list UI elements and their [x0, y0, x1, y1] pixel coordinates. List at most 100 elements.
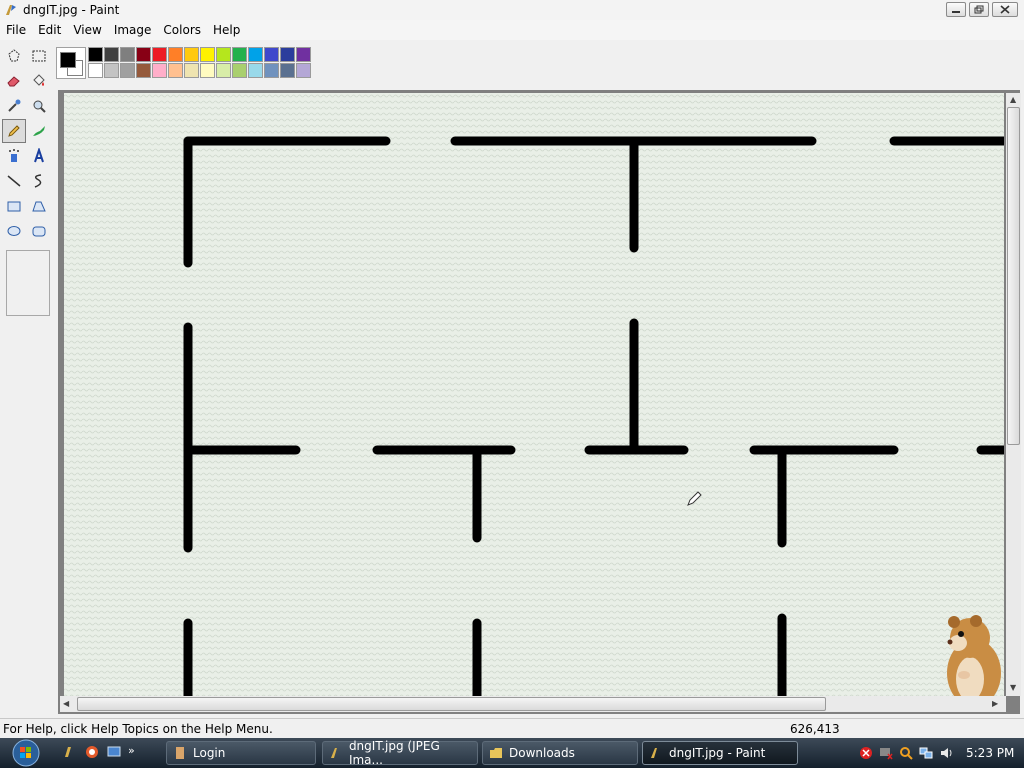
brush-icon — [33, 126, 45, 136]
polygon-tool[interactable] — [27, 194, 51, 218]
current-colors[interactable] — [56, 47, 86, 79]
color-swatch[interactable] — [168, 47, 183, 62]
swatch-grid — [88, 47, 312, 79]
fill-tool[interactable] — [27, 69, 51, 93]
volume-icon[interactable] — [938, 745, 954, 761]
pencil-tool[interactable] — [2, 119, 26, 143]
horizontal-scrollbar[interactable]: ◀ ▶ — [60, 696, 1006, 712]
eraser-tool[interactable] — [2, 69, 26, 93]
color-swatch[interactable] — [152, 63, 167, 78]
clock[interactable]: 5:23 PM — [966, 746, 1014, 760]
select-tool[interactable] — [27, 44, 51, 68]
horizontal-scroll-thumb[interactable] — [77, 697, 826, 711]
login-icon — [176, 747, 184, 759]
color-swatch[interactable] — [264, 47, 279, 62]
color-swatch[interactable] — [120, 47, 135, 62]
color-swatch[interactable] — [168, 63, 183, 78]
menu-view[interactable]: View — [67, 20, 107, 40]
text-icon — [34, 148, 44, 163]
airbrush-tool[interactable] — [2, 144, 26, 168]
rounded-rectangle-tool[interactable] — [27, 219, 51, 243]
color-swatch[interactable] — [184, 47, 199, 62]
more-quicklaunch-icon[interactable]: » — [128, 744, 135, 760]
eraser-icon — [7, 76, 20, 87]
free-form-select-tool[interactable] — [2, 44, 26, 68]
color-swatch[interactable] — [248, 47, 263, 62]
color-swatch[interactable] — [264, 63, 279, 78]
scroll-up-icon[interactable]: ▲ — [1010, 95, 1016, 104]
minimize-button[interactable] — [946, 2, 966, 17]
vertical-scroll-thumb[interactable] — [1007, 107, 1020, 445]
canvas-frame — [58, 90, 1020, 714]
start-button[interactable] — [6, 738, 46, 768]
show-desktop-icon[interactable] — [106, 744, 122, 760]
tool-options-panel[interactable] — [6, 250, 50, 316]
search-icon[interactable] — [898, 745, 914, 761]
foreground-color-swatch[interactable] — [60, 52, 76, 68]
color-swatch[interactable] — [232, 47, 247, 62]
line-tool[interactable] — [2, 169, 26, 193]
color-swatch[interactable] — [280, 63, 295, 78]
minimize-icon — [952, 10, 960, 13]
image-icon — [330, 748, 337, 758]
folder-icon — [490, 748, 502, 758]
scroll-down-icon[interactable]: ▼ — [1010, 683, 1016, 692]
taskbar-item-downloads[interactable]: Downloads — [482, 741, 638, 765]
color-swatch[interactable] — [248, 63, 263, 78]
color-swatch[interactable] — [216, 47, 231, 62]
color-swatch[interactable] — [296, 47, 311, 62]
color-swatch[interactable] — [88, 63, 103, 78]
color-swatch[interactable] — [200, 63, 215, 78]
security-alert-icon[interactable] — [858, 745, 874, 761]
text-tool[interactable] — [27, 144, 51, 168]
color-swatch[interactable] — [280, 47, 295, 62]
brush-tool[interactable] — [27, 119, 51, 143]
color-swatch[interactable] — [120, 63, 135, 78]
menu-file[interactable]: File — [0, 20, 32, 40]
taskbar-item-paint[interactable]: dngIT.jpg - Paint — [642, 741, 798, 765]
paint-quicklaunch-icon[interactable] — [62, 744, 78, 760]
color-swatch[interactable] — [152, 47, 167, 62]
maze-drawing — [64, 93, 1004, 696]
network-warning-icon[interactable] — [878, 745, 894, 761]
color-swatch[interactable] — [184, 63, 199, 78]
color-swatch[interactable] — [136, 47, 151, 62]
close-button[interactable] — [992, 2, 1018, 17]
color-picker-icon — [8, 99, 21, 112]
drawing-canvas[interactable] — [64, 93, 1004, 696]
taskbar-item-label: Downloads — [509, 746, 575, 760]
ellipse-tool[interactable] — [2, 219, 26, 243]
canvas-texture — [64, 93, 1004, 696]
curve-tool[interactable] — [27, 169, 51, 193]
paint-app-icon[interactable] — [4, 3, 18, 17]
rectangle-icon — [7, 201, 21, 212]
taskbar-item-login[interactable]: Login — [166, 741, 316, 765]
color-swatch[interactable] — [136, 63, 151, 78]
menu-edit[interactable]: Edit — [32, 20, 67, 40]
rectangle-tool[interactable] — [2, 194, 26, 218]
color-swatch[interactable] — [104, 47, 119, 62]
system-tray: 5:23 PM — [852, 738, 1024, 768]
pencil-icon — [8, 125, 20, 137]
title-bar[interactable]: dngIT.jpg - Paint — [0, 0, 1024, 20]
magnifier-tool[interactable] — [27, 94, 51, 118]
network-icon[interactable] — [918, 745, 934, 761]
color-swatch[interactable] — [296, 63, 311, 78]
vertical-scrollbar[interactable]: ▲ ▼ — [1006, 93, 1021, 696]
color-swatch[interactable] — [216, 63, 231, 78]
menu-image[interactable]: Image — [108, 20, 158, 40]
menu-help[interactable]: Help — [207, 20, 246, 40]
browser-quicklaunch-icon[interactable] — [84, 744, 100, 760]
color-swatch[interactable] — [200, 47, 215, 62]
color-picker-tool[interactable] — [2, 94, 26, 118]
color-swatch[interactable] — [104, 63, 119, 78]
taskbar-item-jpeg-viewer[interactable]: dngIT.jpg (JPEG Ima... — [322, 739, 478, 767]
color-swatch[interactable] — [88, 47, 103, 62]
restore-button[interactable] — [969, 2, 989, 17]
taskbar-item-label: Login — [193, 746, 226, 760]
select-icon — [32, 50, 46, 62]
menu-colors[interactable]: Colors — [157, 20, 207, 40]
color-swatch[interactable] — [232, 63, 247, 78]
scroll-left-icon[interactable]: ◀ — [63, 699, 69, 708]
scroll-right-icon[interactable]: ▶ — [992, 699, 998, 708]
